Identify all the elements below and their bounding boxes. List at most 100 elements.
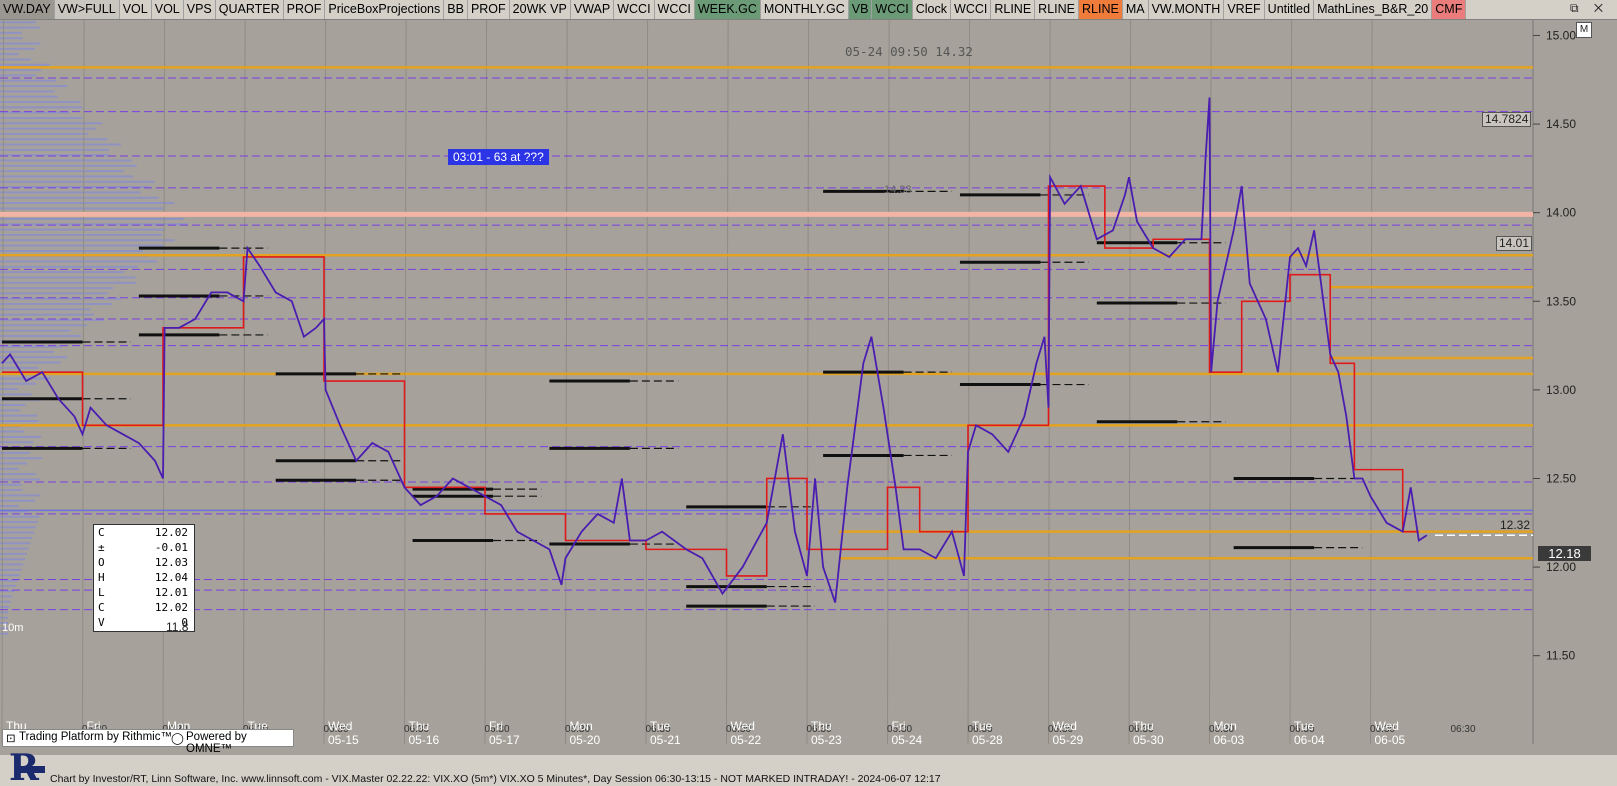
volume-profile-bar: [0, 435, 42, 438]
volume-profile-bar: [0, 393, 32, 396]
alert-label: 03:01 - 63 at ???: [448, 149, 549, 165]
toolbar-button-1[interactable]: VW>FULL: [54, 0, 120, 19]
toolbar-button-9[interactable]: PROF: [467, 0, 510, 19]
ohlc-value: 12.04: [154, 571, 188, 584]
day-of-week-label: Wed: [731, 719, 755, 733]
volume-profile-bar: [0, 127, 96, 130]
toolbar-button-26[interactable]: Untitled: [1264, 0, 1315, 19]
volume-profile-bar: [0, 329, 71, 332]
ohlc-key: V: [98, 616, 105, 629]
volume-profile-bar: [0, 276, 136, 279]
date-label: 05-28: [972, 733, 1003, 747]
indicator-toolbar: VW.DAY VW>FULL VOL VOL VPS QUARTER PROF PriceBo…: [0, 0, 1617, 20]
ohlc-key: H: [98, 571, 105, 584]
volume-profile-bar: [0, 249, 143, 252]
last-price-tag: 12.18: [1538, 546, 1591, 561]
day-of-week-label: Tue: [650, 719, 671, 733]
volume-profile-bar: [0, 74, 36, 77]
toolbar-button-7[interactable]: PriceBoxProjections: [325, 0, 445, 19]
volume-profile-bar: [0, 191, 141, 194]
m-badge[interactable]: M: [1576, 22, 1592, 38]
toolbar-button-3[interactable]: VOL: [151, 0, 184, 19]
volume-profile-bar: [0, 313, 95, 316]
rithmic-logo-icon: R: [9, 747, 45, 786]
volume-profile-bar: [0, 414, 38, 417]
toolbar-button-4[interactable]: VPS: [183, 0, 216, 19]
toolbar-button-22[interactable]: RLINE: [1079, 0, 1123, 19]
day-of-week-label: Mon: [570, 719, 593, 733]
day-of-week-label: Thu: [1133, 719, 1154, 733]
toolbar-button-23[interactable]: MA: [1122, 0, 1149, 19]
volume-profile-bar: [0, 324, 87, 327]
day-of-week-label: Mon: [1214, 719, 1237, 733]
toolbar-button-25[interactable]: VREF: [1224, 0, 1265, 19]
toolbar-button-2[interactable]: VOL: [119, 0, 152, 19]
toolbar-button-11[interactable]: VWAP: [570, 0, 615, 19]
date-label: 05-21: [650, 733, 681, 747]
toolbar-button-20[interactable]: RLINE: [991, 0, 1036, 19]
toolbar-button-5[interactable]: QUARTER: [215, 0, 284, 19]
volume-profile-bar: [0, 462, 28, 465]
day-of-week-label: Fri: [892, 719, 906, 733]
toolbar-button-8[interactable]: BB: [444, 0, 468, 19]
date-label: 06-04: [1294, 733, 1325, 747]
toolbar-button-15[interactable]: MONTHLY.GC: [760, 0, 849, 19]
toolbar-button-17[interactable]: WCCI: [872, 0, 913, 19]
ohlc-value: 12.03: [154, 556, 188, 569]
toolbar-button-12[interactable]: WCCI: [614, 0, 655, 19]
volume-profile-bar: [0, 616, 8, 619]
volume-profile-bar: [0, 90, 55, 93]
volume-profile-bar: [0, 568, 22, 571]
volume-profile-bar: [0, 207, 164, 210]
timeframe-label: 10m: [2, 622, 24, 634]
omne-icon: ◯: [171, 733, 184, 745]
date-label: 05-16: [409, 733, 440, 747]
volume-profile-bar: [0, 526, 36, 529]
profile-low-label: 11.8: [166, 620, 189, 634]
date-label: 05-15: [328, 733, 359, 747]
price-chart[interactable]: 15.00 14.50 14.00 13.50 13.00 12.50 12.00 11.50…: [0, 20, 1617, 755]
volume-profile-bar: [0, 42, 41, 45]
volume-profile-bar: [0, 271, 124, 274]
toolbar-button-19[interactable]: WCCI: [951, 0, 992, 19]
hover-readout: 05-24 09:50 14.32: [845, 44, 973, 59]
toolbar-button-21[interactable]: RLINE: [1035, 0, 1079, 19]
ohlc-key: O: [98, 556, 105, 569]
day-of-week-label: Wed: [1375, 719, 1399, 733]
volume-profile-bar: [0, 26, 40, 29]
volume-profile-bar: [0, 111, 70, 114]
toolbar-button-27[interactable]: MathLines_B&R_20: [1314, 0, 1433, 19]
volume-profile-bar: [0, 53, 19, 56]
volume-profile-bar: [0, 451, 30, 454]
volume-profile-bar: [0, 558, 25, 561]
volume-profile-bar: [0, 489, 23, 492]
volume-profile-bar: [0, 148, 109, 151]
toolbar-button-0[interactable]: VW.DAY: [0, 0, 55, 19]
toolbar-button-6[interactable]: PROF: [283, 0, 326, 19]
volume-profile-bar: [0, 494, 41, 497]
toolbar-button-16[interactable]: VB: [848, 0, 873, 19]
volume-profile-bar: [0, 361, 61, 364]
volume-profile-bar: [0, 202, 175, 205]
volume-profile-bar: [0, 196, 159, 199]
toolbar-button-14[interactable]: WEEK.GC: [694, 0, 761, 19]
chart-footer-text: Chart by Investor/RT, Linn Software, Inc…: [50, 773, 941, 785]
rithmic-text: Trading Platform by Rithmic™: [19, 731, 172, 743]
toolbar-button-24[interactable]: VW.MONTH: [1148, 0, 1225, 19]
window-controls-icon[interactable]: ⧉ ✕: [1570, 1, 1609, 16]
day-of-week-label: Wed: [1053, 719, 1077, 733]
rithmic-icon: ⊡: [6, 733, 16, 745]
ohlc-row: ± -0.01: [94, 540, 194, 555]
y-tick-label: 12.50: [1546, 471, 1576, 485]
volume-profile-bar: [0, 552, 27, 555]
ohlc-value: 12.02: [154, 601, 188, 614]
toolbar-button-28[interactable]: CMF: [1432, 0, 1467, 19]
toolbar-button-18[interactable]: Clock: [912, 0, 952, 19]
volume-profile-bar: [0, 116, 83, 119]
ohlc-key: C: [98, 601, 105, 614]
volume-profile-bar: [0, 563, 24, 566]
toolbar-button-10[interactable]: 20WK VP: [509, 0, 571, 19]
volume-profile-bar: [0, 382, 36, 385]
toolbar-button-13[interactable]: WCCI: [654, 0, 695, 19]
volume-profile-bar: [0, 175, 134, 178]
